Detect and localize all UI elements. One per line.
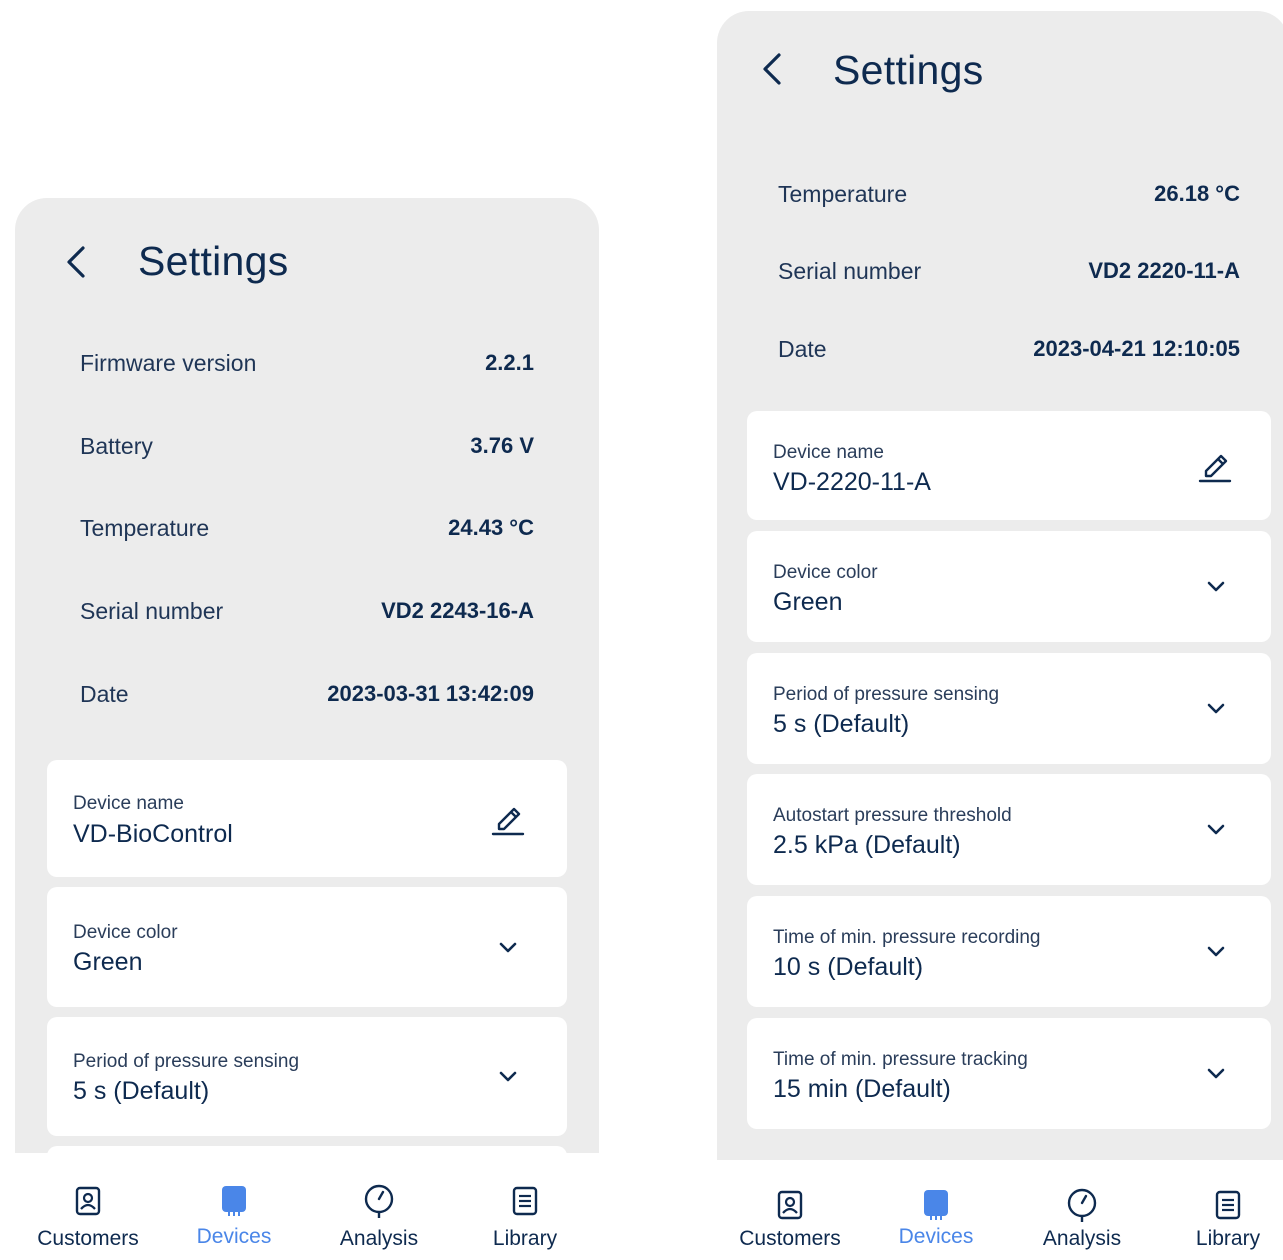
- card-label: Device color: [73, 922, 178, 943]
- chevron-down-icon: [1196, 931, 1236, 971]
- chevron-down-icon: [488, 927, 528, 967]
- bottom-nav-right: Customers Devices Analysis Library: [717, 1160, 1283, 1251]
- chevron-down-icon: [488, 1056, 528, 1096]
- info-label: Temperature: [80, 514, 210, 541]
- gauge-icon: [364, 1184, 394, 1218]
- info-label: Serial number: [778, 257, 922, 284]
- edit-icon[interactable]: [488, 798, 528, 838]
- back-button[interactable]: [58, 242, 98, 282]
- nav-label: Devices: [898, 1225, 974, 1248]
- settings-screen-right: Settings Temperature 26.18 °C Serial num…: [717, 11, 1283, 1160]
- info-value: 2.2.1: [485, 350, 534, 375]
- next-setting-card[interactable]: [47, 1146, 567, 1153]
- card-label: Time of min. pressure recording: [773, 927, 1041, 948]
- card-value: 10 s (Default): [773, 953, 924, 981]
- nav-label: Analysis: [1042, 1227, 1122, 1250]
- pressure-sensing-period-dropdown[interactable]: Period of pressure sensing 5 s (Default): [747, 653, 1271, 764]
- info-row-date: Date 2023-04-21 12:10:05: [778, 329, 1240, 369]
- card-label: Device name: [73, 793, 184, 814]
- autostart-threshold-dropdown[interactable]: Autostart pressure threshold 2.5 kPa (De…: [747, 774, 1271, 885]
- page-title: Settings: [833, 47, 984, 93]
- pressure-sensing-period-dropdown[interactable]: Period of pressure sensing 5 s (Default): [47, 1017, 567, 1136]
- gauge-icon: [1067, 1188, 1097, 1222]
- info-label: Firmware version: [80, 349, 257, 376]
- info-value: VD2 2243-16-A: [381, 598, 534, 623]
- min-pressure-tracking-dropdown[interactable]: Time of min. pressure tracking 15 min (D…: [747, 1018, 1271, 1129]
- nav-item-library[interactable]: Library: [1153, 1160, 1283, 1260]
- info-row-serial-number: Serial number VD2 2220-11-A: [778, 251, 1240, 291]
- nav-item-library[interactable]: Library: [450, 1153, 600, 1253]
- info-value: 2023-03-31 13:42:09: [327, 681, 534, 706]
- card-label: Period of pressure sensing: [73, 1051, 300, 1072]
- chevron-left-icon: [763, 53, 781, 85]
- contact-icon: [777, 1190, 803, 1220]
- page-title: Settings: [138, 238, 289, 284]
- card-value: 2.5 kPa (Default): [773, 831, 961, 859]
- document-icon: [512, 1186, 538, 1216]
- chevron-left-icon: [67, 246, 85, 278]
- info-value: 2023-04-21 12:10:05: [1033, 336, 1240, 361]
- document-icon: [1215, 1190, 1241, 1220]
- info-value: 24.43 °C: [448, 515, 534, 540]
- chevron-down-icon: [1196, 688, 1236, 728]
- device-icon: [924, 1190, 948, 1220]
- info-label: Battery: [80, 432, 153, 459]
- card-label: Period of pressure sensing: [773, 684, 1000, 705]
- back-button[interactable]: [754, 49, 794, 89]
- info-value: 3.76 V: [470, 433, 534, 458]
- card-label: Device color: [773, 562, 878, 583]
- device-color-dropdown[interactable]: Device color Green: [47, 887, 567, 1007]
- nav-label: Analysis: [339, 1227, 419, 1250]
- card-label: Autostart pressure threshold: [773, 805, 1012, 826]
- nav-item-devices[interactable]: Devices: [159, 1153, 309, 1253]
- card-value: Green: [773, 588, 843, 616]
- edit-icon[interactable]: [1195, 445, 1235, 485]
- bottom-nav-left: Customers Devices Analysis Library: [15, 1153, 599, 1251]
- nav-item-devices[interactable]: Devices: [861, 1160, 1011, 1260]
- info-value: VD2 2220-11-A: [1088, 258, 1240, 283]
- info-row-firmware: Firmware version 2.2.1: [80, 343, 534, 383]
- nav-item-customers[interactable]: Customers: [13, 1153, 163, 1253]
- nav-label: Devices: [196, 1225, 272, 1248]
- card-label: Device name: [773, 442, 884, 463]
- nav-item-analysis[interactable]: Analysis: [1007, 1160, 1157, 1260]
- device-icon: [222, 1186, 246, 1216]
- info-row-battery: Battery 3.76 V: [80, 426, 534, 466]
- card-value: Green: [73, 948, 143, 976]
- nav-label: Library: [492, 1227, 558, 1250]
- info-label: Date: [778, 335, 827, 362]
- device-color-dropdown[interactable]: Device color Green: [747, 531, 1271, 642]
- nav-label: Library: [1195, 1227, 1261, 1250]
- device-name-card[interactable]: Device name VD-BioControl: [47, 760, 567, 877]
- nav-item-analysis[interactable]: Analysis: [304, 1153, 454, 1253]
- card-value: 5 s (Default): [73, 1077, 210, 1105]
- contact-icon: [75, 1186, 101, 1216]
- min-pressure-recording-dropdown[interactable]: Time of min. pressure recording 10 s (De…: [747, 896, 1271, 1007]
- card-label: Time of min. pressure tracking: [773, 1049, 1028, 1070]
- chevron-down-icon: [1196, 809, 1236, 849]
- info-label: Serial number: [80, 597, 224, 624]
- card-value: 15 min (Default): [773, 1075, 951, 1103]
- info-row-serial-number: Serial number VD2 2243-16-A: [80, 591, 534, 631]
- card-value: VD-BioControl: [73, 820, 233, 848]
- info-value: 26.18 °C: [1154, 181, 1240, 206]
- nav-label: Customers: [739, 1227, 841, 1250]
- nav-item-customers[interactable]: Customers: [715, 1160, 865, 1260]
- card-value: 5 s (Default): [773, 710, 910, 738]
- info-row-temperature: Temperature 24.43 °C: [80, 508, 534, 548]
- info-row-date: Date 2023-03-31 13:42:09: [80, 674, 534, 714]
- info-label: Date: [80, 680, 129, 707]
- card-value: VD-2220-11-A: [773, 468, 931, 496]
- nav-label: Customers: [37, 1227, 139, 1250]
- settings-screen-left: Settings Firmware version 2.2.1 Battery …: [15, 198, 599, 1153]
- info-label: Temperature: [778, 180, 908, 207]
- chevron-down-icon: [1196, 1053, 1236, 1093]
- info-row-temperature: Temperature 26.18 °C: [778, 174, 1240, 214]
- chevron-down-icon: [1196, 566, 1236, 606]
- device-name-card[interactable]: Device name VD-2220-11-A: [747, 411, 1271, 520]
